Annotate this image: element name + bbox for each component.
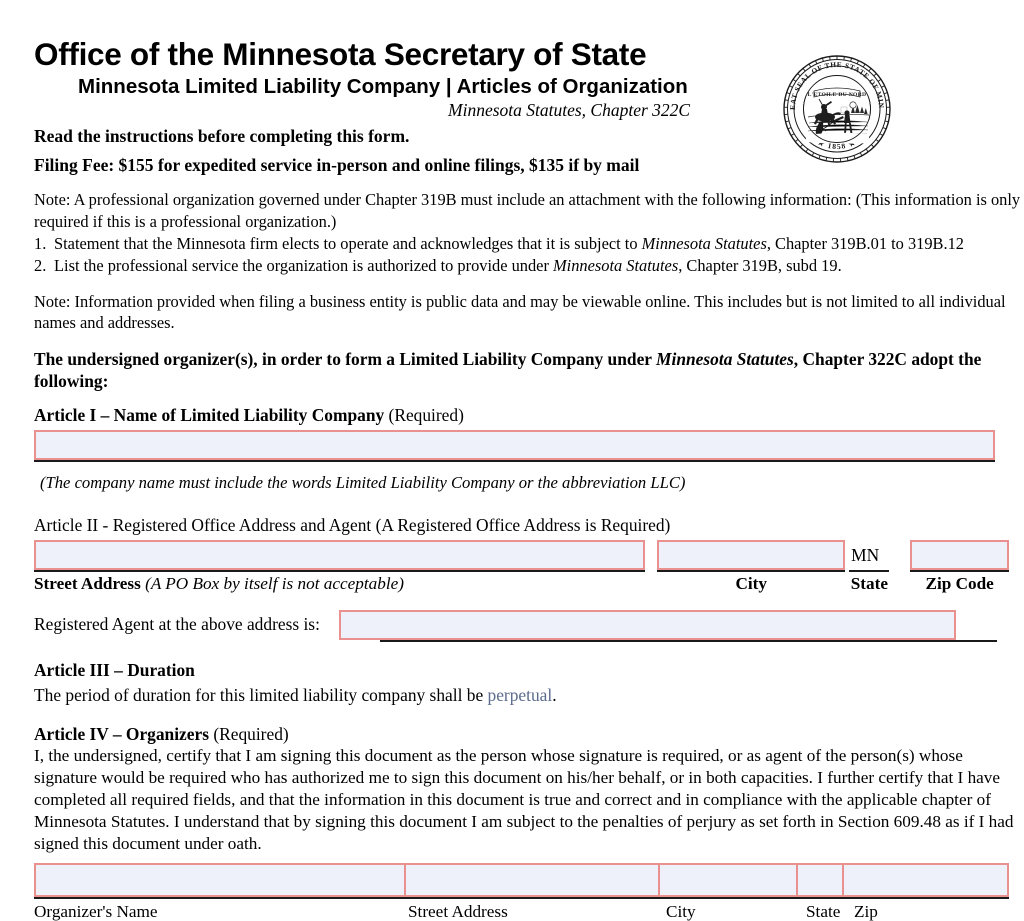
- list-item: 1.Statement that the Minnesota firm elec…: [34, 233, 1024, 255]
- article-3-heading-text: Article III – Duration: [34, 660, 195, 680]
- street-address-label-bold: Street Address: [34, 574, 141, 593]
- zip-code-label: Zip Code: [910, 574, 1009, 594]
- organizer-zip-cell[interactable]: [844, 865, 1003, 895]
- article-2-underline-row: [34, 570, 1009, 572]
- organizer-city-cell[interactable]: [660, 865, 798, 895]
- company-name-underline: [34, 460, 995, 462]
- article-2-heading: Article II - Registered Office Address a…: [34, 515, 1024, 536]
- list-item: 2.List the professional service the orga…: [34, 255, 1024, 277]
- article-3-heading: Article III – Duration: [34, 660, 1024, 681]
- organizer-table-labels: Organizer's Name Street Address City Sta…: [34, 902, 1009, 921]
- undersigned-part1: The undersigned organizer(s), in order t…: [34, 349, 656, 369]
- registered-agent-row: Registered Agent at the above address is…: [34, 610, 1009, 640]
- organizer-table-row: [34, 863, 1009, 897]
- state-value-mn: MN: [849, 540, 889, 570]
- city-label: City: [657, 574, 845, 594]
- list-item-text-b: , Chapter 319B.01 to 319B.12: [767, 234, 964, 253]
- svg-text:L'ETOILE DU NORD: L'ETOILE DU NORD: [808, 92, 867, 98]
- state-underline: [849, 570, 889, 572]
- organizer-street-cell[interactable]: [406, 865, 660, 895]
- duration-value: perpetual: [488, 685, 553, 705]
- list-item-text-a: Statement that the Minnesota firm elects…: [54, 234, 642, 253]
- organizer-name-label: Organizer's Name: [34, 902, 408, 921]
- article-4-required-label: (Required): [209, 724, 289, 744]
- list-item-statute: Minnesota Statutes: [642, 234, 767, 253]
- form-page: Office of the Minnesota Secretary of Sta…: [0, 0, 1024, 858]
- organizer-street-label: Street Address: [408, 902, 666, 921]
- company-name-input[interactable]: [34, 430, 995, 460]
- organizer-city-label: City: [666, 902, 806, 921]
- undersigned-statement: The undersigned organizer(s), in order t…: [34, 349, 1024, 393]
- duration-text-before: The period of duration for this limited …: [34, 685, 488, 705]
- minnesota-state-seal-icon: THE GREAT SEAL OF THE STATE OF MINNESOTA…: [781, 47, 893, 175]
- undersigned-statutes: Minnesota Statutes: [656, 349, 794, 369]
- organizer-state-cell[interactable]: [798, 865, 844, 895]
- street-address-input[interactable]: [34, 540, 645, 570]
- article-1-field-row: [34, 430, 1024, 462]
- duration-text-after: .: [552, 685, 556, 705]
- organizer-state-label: State: [806, 902, 854, 921]
- form-body: The undersigned organizer(s), in order t…: [34, 349, 1024, 921]
- organizer-table-underline: [34, 897, 1009, 899]
- list-item-text-b: , Chapter 319B, subd 19.: [678, 256, 841, 275]
- article-4-heading-bold: Article IV – Organizers: [34, 724, 209, 744]
- organizer-name-cell[interactable]: [36, 865, 406, 895]
- registered-agent-underline: [380, 640, 997, 642]
- zip-code-input[interactable]: [910, 540, 1009, 570]
- street-address-label-note: (A PO Box by itself is not acceptable): [141, 574, 404, 593]
- note-professional-org: Note: A professional organization govern…: [34, 189, 1024, 232]
- registered-agent-label: Registered Agent at the above address is…: [34, 614, 320, 635]
- organizer-zip-label: Zip: [854, 902, 1009, 921]
- street-address-label: Street Address (A PO Box by itself is no…: [34, 574, 645, 594]
- street-underline: [34, 570, 645, 572]
- article-3-duration-line: The period of duration for this limited …: [34, 685, 1024, 706]
- professional-org-list: 1.Statement that the Minnesota firm elec…: [34, 233, 1024, 277]
- article-4-certification-paragraph: I, the undersigned, certify that I am si…: [34, 745, 1024, 854]
- article-1-heading-bold: Article I – Name of Limited Liability Co…: [34, 405, 384, 425]
- article-1-note: (The company name must include the words…: [40, 473, 1024, 493]
- notes-section: Note: A professional organization govern…: [34, 189, 1024, 334]
- article-2-field-row: MN: [34, 540, 1009, 570]
- city-underline: [657, 570, 845, 572]
- zip-underline: [910, 570, 1009, 572]
- article-1-required-label: (Required): [384, 405, 464, 425]
- registered-agent-input[interactable]: [339, 610, 956, 640]
- article-2-label-row: Street Address (A PO Box by itself is no…: [34, 574, 1009, 594]
- statute-reference: Minnesota Statutes, Chapter 322C: [448, 101, 1024, 120]
- city-input[interactable]: [657, 540, 845, 570]
- list-item-statute: Minnesota Statutes: [553, 256, 678, 275]
- state-label: State: [849, 574, 889, 594]
- note-public-data: Note: Information provided when filing a…: [34, 291, 1024, 334]
- list-item-text-a: List the professional service the organi…: [54, 256, 553, 275]
- list-item-number: 1.: [34, 233, 54, 255]
- article-4-heading: Article IV – Organizers (Required): [34, 724, 1024, 745]
- list-item-number: 2.: [34, 255, 54, 277]
- article-1-heading: Article I – Name of Limited Liability Co…: [34, 405, 1024, 426]
